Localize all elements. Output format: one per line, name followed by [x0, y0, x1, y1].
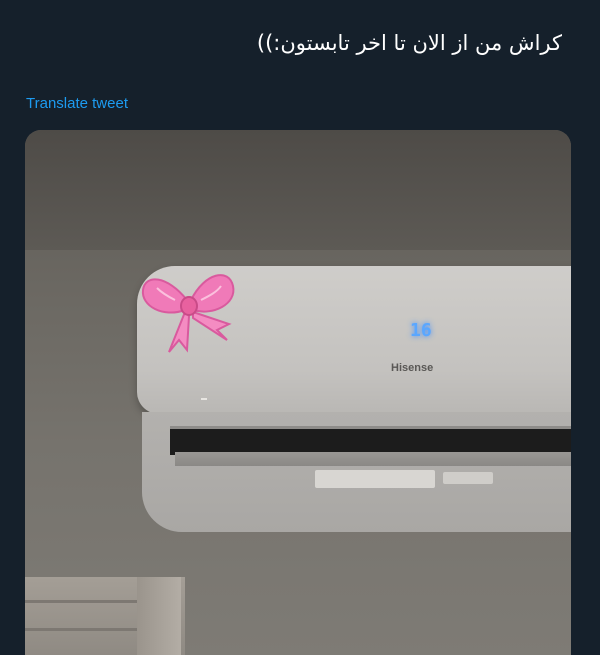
shelf-post	[137, 577, 181, 655]
tweet-text: کراش من از الان تا اخر تابستون:))	[256, 31, 562, 55]
translate-tweet-link[interactable]: Translate tweet	[26, 95, 128, 112]
air-conditioner-label	[315, 470, 435, 488]
tweet-media-image[interactable]: 16 Hisense	[25, 130, 571, 655]
reflection-highlight	[201, 398, 207, 400]
temperature-display: 16	[410, 320, 432, 341]
air-conditioner-vent	[170, 426, 571, 455]
shelf-edge	[25, 600, 137, 603]
ceiling-shadow	[25, 130, 571, 250]
shelf-edge	[25, 628, 137, 631]
pink-bow-sticker-icon	[141, 274, 235, 353]
air-conditioner-flap	[175, 452, 571, 466]
brand-logo: Hisense	[391, 362, 434, 374]
air-conditioner-label-small	[443, 472, 493, 484]
